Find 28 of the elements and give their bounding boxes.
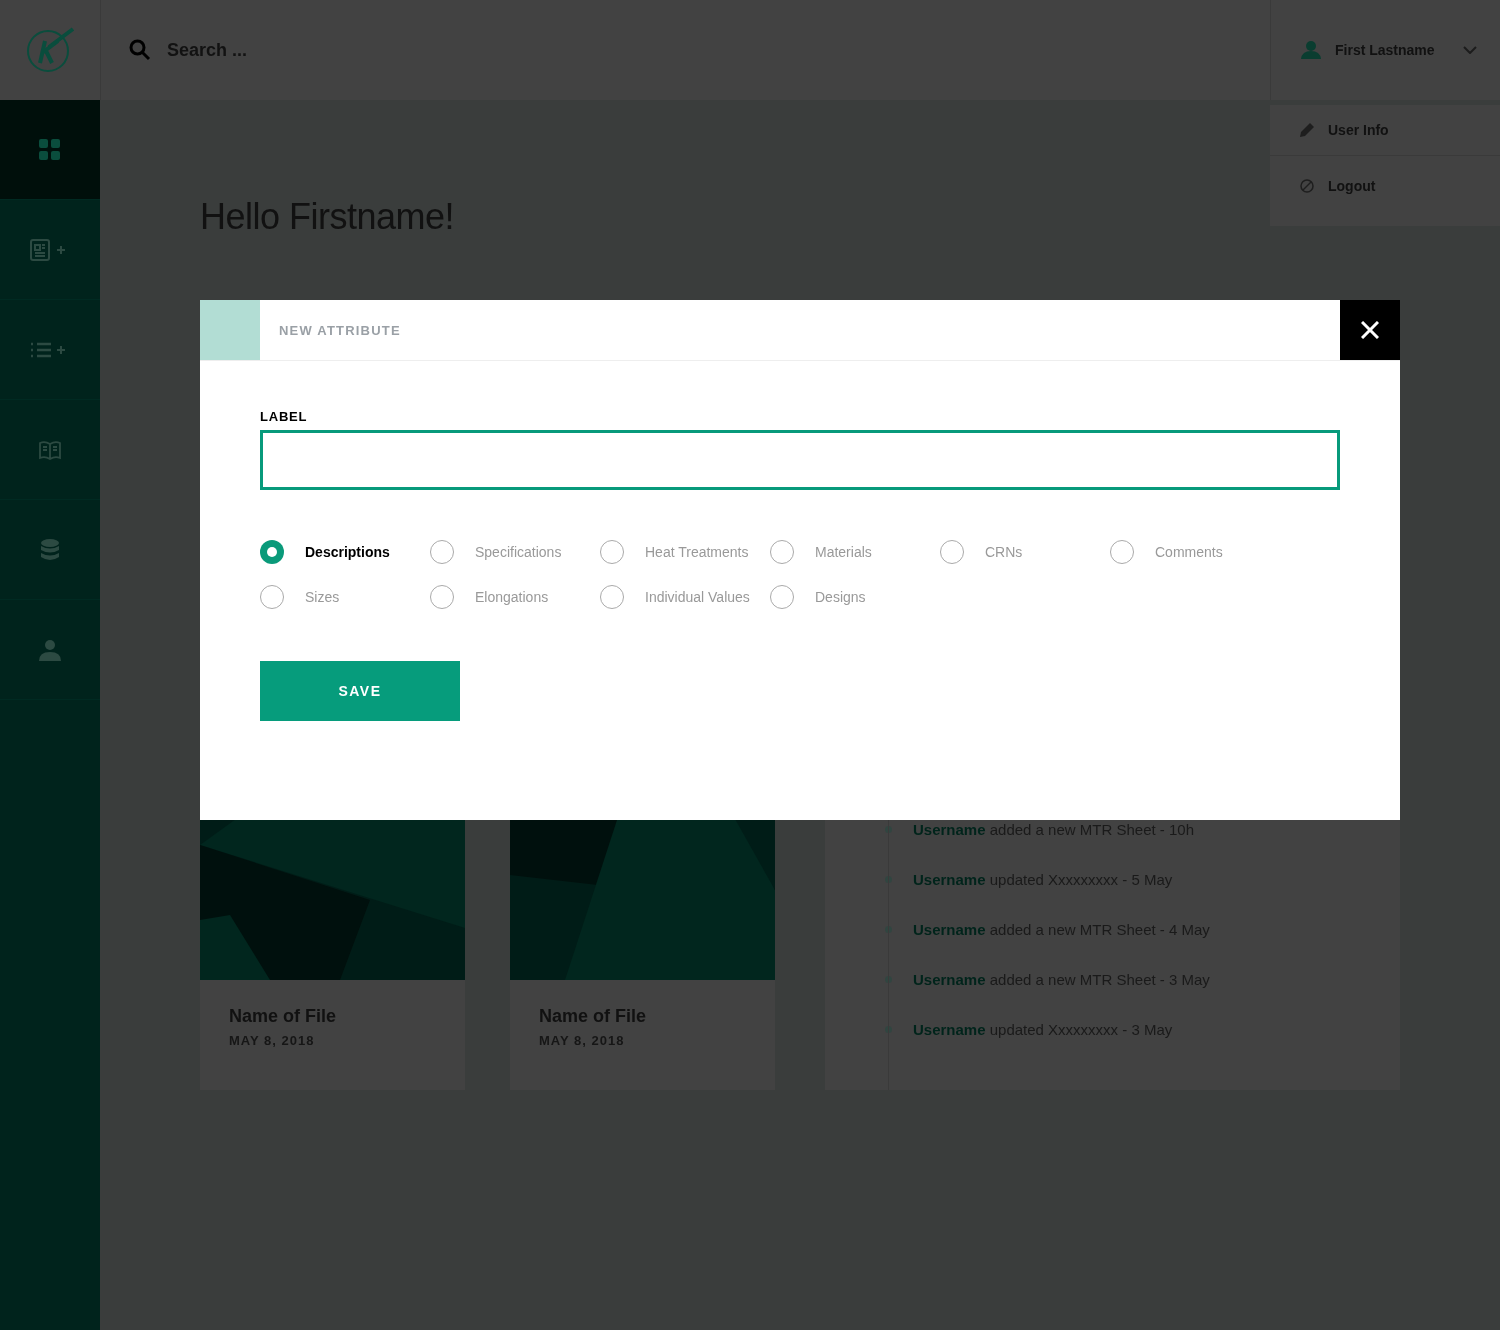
option-label[interactable]: CRNs [985, 544, 1023, 560]
grid-icon [39, 138, 61, 161]
logo-icon[interactable] [25, 27, 75, 73]
search-icon[interactable] [129, 39, 151, 61]
option-label[interactable]: Materials [815, 544, 872, 560]
field-label: LABEL [260, 409, 309, 424]
close-button[interactable] [1340, 300, 1400, 360]
pencil-icon [1300, 123, 1314, 137]
option-label[interactable]: Individual Values [645, 589, 750, 605]
option-label[interactable]: Descriptions [305, 544, 390, 560]
database-icon [41, 538, 59, 561]
modal-title: NEW ATTRIBUTE [278, 321, 402, 340]
user-icon [39, 638, 61, 661]
label-input[interactable] [260, 430, 1340, 490]
close-icon [1361, 321, 1379, 339]
chevron-down-icon[interactable] [1462, 46, 1477, 54]
option-label[interactable]: Heat Treatments [645, 544, 749, 560]
sidebar-item[interactable] [0, 100, 100, 200]
option-label[interactable]: Elongations [475, 589, 549, 605]
book-icon [39, 439, 61, 460]
user-icon [1301, 41, 1321, 59]
radio-button[interactable] [260, 540, 284, 564]
header-accent [200, 300, 260, 360]
option-label[interactable]: Designs [815, 589, 866, 605]
save-button[interactable]: SAVE [260, 661, 460, 721]
option-label[interactable]: Comments [1155, 544, 1223, 560]
option-label[interactable]: Sizes [305, 589, 340, 605]
option-label[interactable]: Specifications [475, 544, 562, 560]
